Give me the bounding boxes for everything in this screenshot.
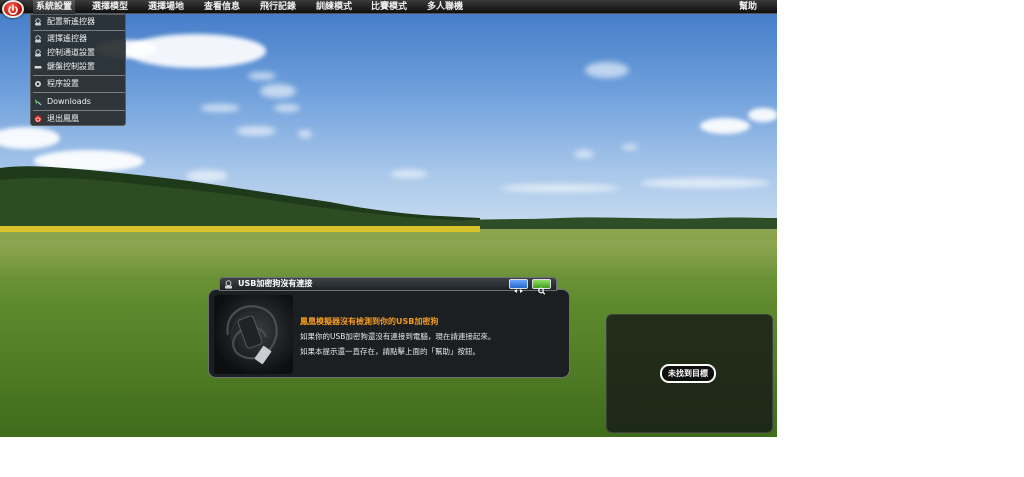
cloud bbox=[274, 104, 300, 112]
cloud bbox=[500, 184, 620, 192]
menu-item-label: Downloads bbox=[47, 97, 91, 106]
menu-item-select-field[interactable]: 選擇場地 bbox=[148, 0, 184, 14]
menu-keyboard-settings[interactable]: 鍵盤控制設置 bbox=[31, 60, 127, 74]
menu-separator bbox=[33, 75, 125, 76]
usb-dongle-image bbox=[214, 295, 293, 374]
menu-select-controller[interactable]: 選擇遙控器 bbox=[31, 32, 127, 46]
menu-separator bbox=[33, 110, 125, 111]
target-not-found-label: 未找到目標 bbox=[660, 364, 716, 383]
cloud bbox=[585, 62, 629, 78]
search-icon bbox=[538, 287, 546, 295]
menu-item-training-mode[interactable]: 訓練模式 bbox=[316, 0, 352, 14]
cloud bbox=[298, 130, 312, 138]
dialog-message-line: 如果你的USB加密狗還沒有連接到電腦，現在請連接起來。 bbox=[300, 332, 496, 341]
menu-item-view-info[interactable]: 查看信息 bbox=[204, 0, 240, 14]
cloud bbox=[748, 108, 777, 122]
controller-icon bbox=[35, 35, 41, 43]
gear-icon bbox=[35, 81, 41, 87]
menu-configure-new-controller[interactable]: 配置新遙控器 bbox=[31, 15, 127, 29]
controller-icon bbox=[35, 18, 41, 26]
controller-icon bbox=[225, 280, 232, 289]
menu-item-system-settings[interactable]: 系統設置 bbox=[33, 0, 76, 14]
menu-item-label: 鍵盤控制設置 bbox=[47, 62, 95, 71]
menu-channel-settings[interactable]: 控制通道設置 bbox=[31, 46, 127, 60]
cloud bbox=[574, 150, 594, 158]
cloud bbox=[200, 104, 240, 112]
menu-item-label: 程序設置 bbox=[47, 79, 79, 88]
cloud bbox=[700, 118, 750, 134]
dialog-title-bar: USB加密狗沒有連接 bbox=[219, 277, 557, 295]
usb-dongle-dialog: 鳳凰模擬器沒有檢測到你的USB加密狗 如果你的USB加密狗還沒有連接到電腦，現在… bbox=[208, 289, 570, 378]
dialog-message-line: 如果本提示還一直存在，請點擊上面的「幫助」按鈕。 bbox=[300, 347, 480, 356]
menu-item-label: 退出鳳凰 bbox=[47, 114, 79, 123]
power-icon bbox=[34, 115, 42, 123]
download-icon bbox=[35, 99, 42, 106]
arrows-icon bbox=[514, 289, 523, 293]
usb-cable-illustration bbox=[226, 305, 278, 365]
dialog-title: USB加密狗沒有連接 bbox=[238, 279, 313, 288]
menu-item-label: 控制通道設置 bbox=[47, 48, 95, 57]
menu-program-settings[interactable]: 程序設置 bbox=[31, 77, 127, 91]
target-panel: 未找到目標 bbox=[606, 314, 773, 433]
system-settings-dropdown: 配置新遙控器 選擇遙控器 控制通道設置 鍵盤控制設置 程序設置 Download… bbox=[30, 14, 126, 126]
dialog-message-title: 鳳凰模擬器沒有檢測到你的USB加密狗 bbox=[300, 317, 439, 326]
menu-item-competition-mode[interactable]: 比賽模式 bbox=[371, 0, 407, 14]
power-icon bbox=[8, 4, 18, 15]
menu-exit[interactable]: 退出鳳凰 bbox=[31, 112, 127, 126]
cloud bbox=[260, 84, 296, 98]
tree-line bbox=[0, 166, 480, 232]
menu-item-flight-log[interactable]: 飛行記錄 bbox=[260, 0, 296, 14]
cloud bbox=[236, 126, 276, 136]
search-button[interactable] bbox=[532, 279, 551, 295]
menu-bar: 系統設置 選擇模型 選擇場地 查看信息 飛行記錄 訓練模式 比賽模式 多人聯機 … bbox=[0, 0, 777, 14]
cloud bbox=[640, 178, 770, 188]
menu-separator bbox=[33, 92, 125, 93]
menu-item-label: 配置新遙控器 bbox=[47, 17, 95, 26]
menu-item-help[interactable]: 幫助 bbox=[739, 0, 757, 14]
rapeseed-strip bbox=[0, 226, 480, 232]
keyboard-icon bbox=[34, 66, 42, 69]
menu-item-multiplayer[interactable]: 多人聯機 bbox=[427, 0, 463, 14]
menu-separator bbox=[33, 30, 125, 31]
menu-downloads[interactable]: Downloads bbox=[31, 95, 127, 109]
power-button[interactable] bbox=[2, 0, 24, 18]
cloud bbox=[248, 72, 276, 80]
cloud bbox=[622, 144, 638, 150]
menu-item-label: 選擇遙控器 bbox=[47, 34, 87, 43]
controller-icon bbox=[35, 49, 41, 57]
grass-band bbox=[0, 240, 777, 280]
menu-item-select-model[interactable]: 選擇模型 bbox=[92, 0, 128, 14]
tree-line bbox=[440, 217, 777, 230]
dialog-blue-button[interactable] bbox=[509, 279, 528, 293]
